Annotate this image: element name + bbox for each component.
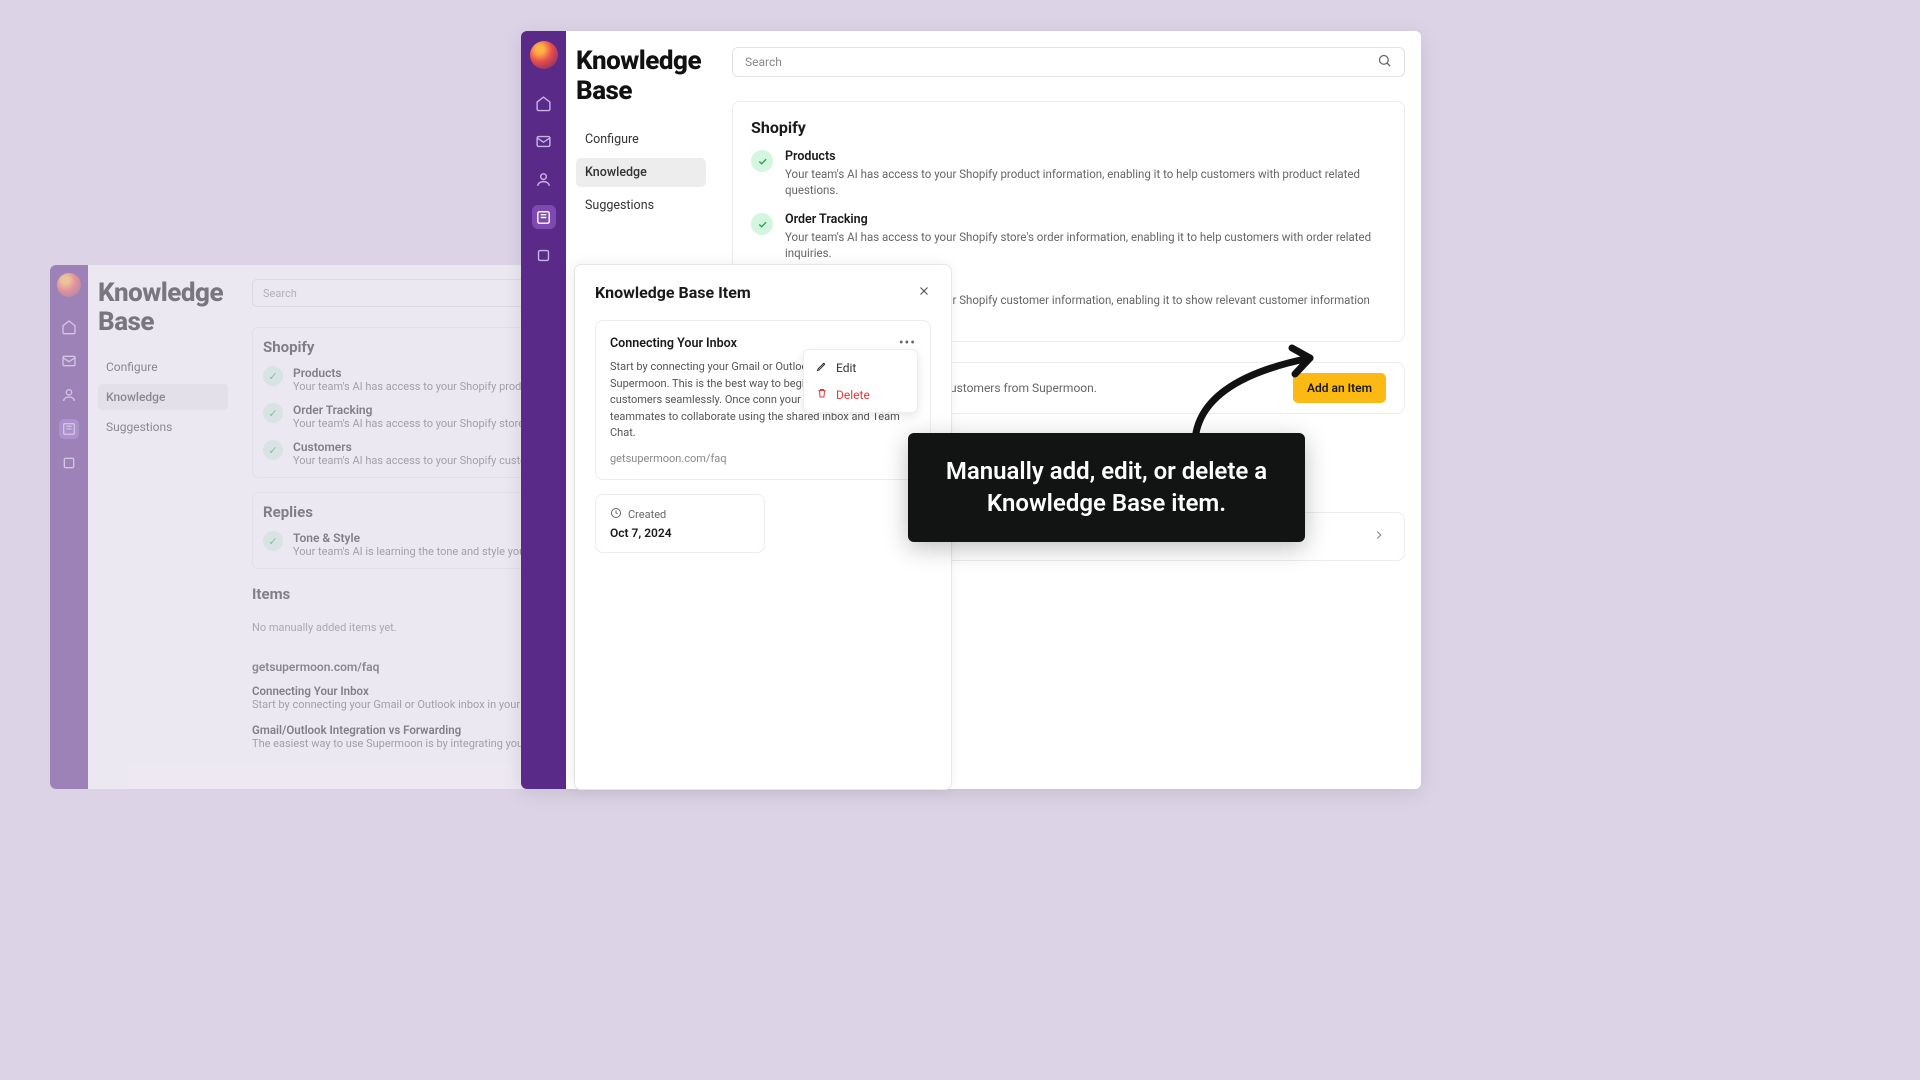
person-icon[interactable] [532, 167, 556, 191]
created-value: Oct 7, 2024 [610, 526, 750, 540]
row-title: Order Tracking [785, 212, 1386, 227]
nav-rail [521, 31, 566, 789]
modal-title: Knowledge Base Item [595, 283, 751, 302]
row-title: Products [785, 149, 1386, 164]
logo-icon [57, 273, 81, 297]
callout-tooltip: Manually add, edit, or delete a Knowledg… [908, 433, 1305, 542]
close-icon[interactable] [917, 283, 931, 302]
created-label: Created [628, 508, 666, 521]
nav-knowledge[interactable]: Knowledge [576, 158, 706, 187]
menu-edit[interactable]: Edit [804, 354, 917, 381]
item-title: Connecting Your Inbox [610, 336, 737, 351]
nav-knowledge: Knowledge [98, 384, 228, 410]
row-desc: Your team's AI has access to your Shopif… [785, 229, 1386, 261]
row-desc: Your team's AI has access to your Shopif… [785, 166, 1386, 198]
pencil-icon [816, 360, 828, 375]
search-placeholder: Search [745, 55, 782, 69]
search-input[interactable]: Search [732, 47, 1405, 77]
settings-icon[interactable] [532, 243, 556, 267]
page-title: Knowledge Base [576, 47, 706, 107]
item-url: getsupermoon.com/faq [610, 452, 916, 465]
nav-configure: Configure [98, 354, 228, 380]
settings-icon [59, 453, 79, 473]
logo-icon[interactable] [530, 41, 558, 69]
context-menu: Edit Delete [803, 349, 918, 413]
person-icon [59, 385, 79, 405]
check-icon [751, 150, 773, 172]
inbox-icon [59, 351, 79, 371]
chevron-right-icon [1372, 527, 1386, 546]
knowledge-icon[interactable] [532, 205, 556, 229]
inbox-icon[interactable] [532, 129, 556, 153]
kb-item-card: Connecting Your Inbox ••• Start by conne… [595, 320, 931, 480]
nav-suggestions: Suggestions [98, 414, 228, 440]
clock-icon [610, 507, 622, 522]
shopify-row: Order Tracking Your team's AI has access … [751, 212, 1386, 261]
trash-icon [816, 387, 828, 402]
shopify-row: Products Your team's AI has access to you… [751, 149, 1386, 198]
created-meta: Created Oct 7, 2024 [595, 494, 765, 553]
home-icon [59, 317, 79, 337]
menu-delete-label: Delete [836, 388, 870, 402]
kb-item-modal: Knowledge Base Item Connecting Your Inbo… [575, 265, 951, 789]
nav-suggestions[interactable]: Suggestions [576, 191, 706, 220]
menu-edit-label: Edit [836, 361, 856, 375]
check-icon [751, 213, 773, 235]
bg-sub-nav: Knowledge Base Configure Knowledge Sugge… [88, 265, 238, 789]
page-title: Knowledge Base [98, 279, 228, 336]
menu-delete[interactable]: Delete [804, 381, 917, 408]
tooltip-text: Manually add, edit, or delete a Knowledg… [932, 455, 1281, 520]
section-shopify: Shopify [751, 118, 1386, 137]
home-icon[interactable] [532, 91, 556, 115]
search-icon [1377, 53, 1392, 71]
nav-configure[interactable]: Configure [576, 125, 706, 154]
knowledge-icon [59, 419, 79, 439]
bg-nav-rail [50, 265, 88, 789]
